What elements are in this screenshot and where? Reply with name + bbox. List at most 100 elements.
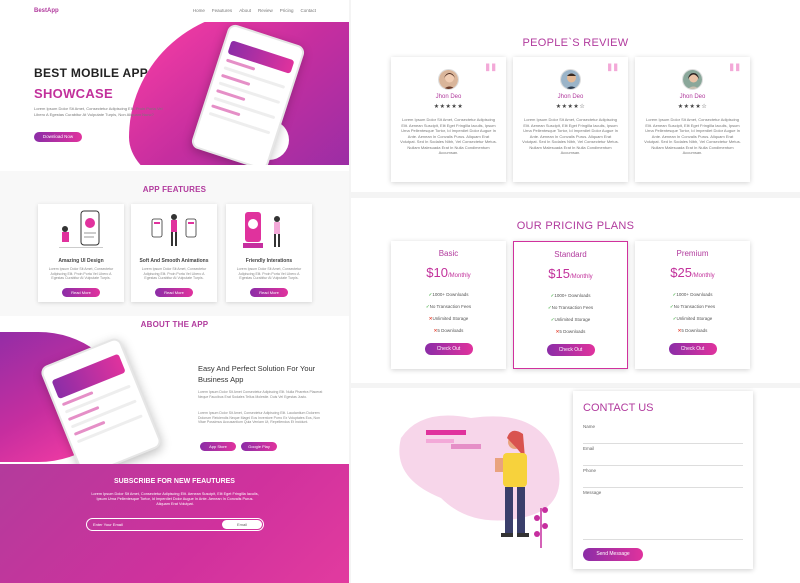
feature-card: Amazing UI Design Lorem Ipsum Dolor Sit … bbox=[38, 204, 124, 302]
review-card: " Jhon Deo ★★★★☆ Lorem Ipsum Dolor Sit A… bbox=[635, 57, 750, 182]
contact-title: CONTACT US bbox=[583, 402, 654, 414]
reviews-section: PEOPLE`S REVIEW " Jhon Deo ★★★★★ Lorem I… bbox=[351, 0, 800, 192]
message-field[interactable]: Message bbox=[583, 490, 743, 540]
app-store-button[interactable]: App Store bbox=[200, 442, 236, 451]
feature-card: Friendly Interations Lorem Ipsum Dolor S… bbox=[226, 204, 312, 302]
nav-menu: Home Feautures About Review Pricing Cont… bbox=[193, 8, 316, 13]
subscribe-form: Enter Your Email Email bbox=[86, 518, 264, 531]
plan-feature: ✕5 Downloads bbox=[391, 325, 506, 337]
avatar bbox=[560, 69, 581, 90]
feature-text: Unlimited Storage bbox=[676, 316, 713, 321]
nav-review[interactable]: Review bbox=[258, 8, 273, 13]
about-section: ABOUT THE APP Easy And Perfect Solution … bbox=[0, 318, 349, 464]
download-button[interactable]: Download Now bbox=[34, 132, 82, 142]
subscribe-title: SUBSCRIBE FOR NEW FEAUTURES bbox=[114, 478, 235, 485]
feature-desc: Lorem Ipsum Dolor Sit Amet, Consectetur … bbox=[48, 267, 114, 280]
feature-text: 5 Downloads bbox=[559, 329, 586, 334]
avatar bbox=[682, 69, 703, 90]
rating-stars: ★★★★☆ bbox=[677, 104, 708, 110]
pricing-section: OUR PRICING PLANS Basic $10/Monthly ✓100… bbox=[351, 198, 800, 383]
plan-features: ✓1000+ Downloads ✓No Transaction Fees ✕U… bbox=[391, 289, 506, 337]
nav-about[interactable]: About bbox=[239, 8, 251, 13]
nav-features[interactable]: Feautures bbox=[212, 8, 232, 13]
feature-desc: Lorem Ipsum Dolor Sit Amet, Consectetur … bbox=[141, 267, 207, 280]
price-amount: $15 bbox=[548, 266, 570, 281]
review-text: Lorem Ipsum Dolor Sit Amet, Consectetur … bbox=[400, 117, 497, 155]
plan-name: Standard bbox=[554, 250, 587, 259]
nav-contact[interactable]: Contact bbox=[300, 8, 316, 13]
subscribe-button[interactable]: Email bbox=[222, 520, 262, 529]
plan-price: $15/Monthly bbox=[514, 266, 627, 281]
review-card: " Jhon Deo ★★★★☆ Lorem Ipsum Dolor Sit A… bbox=[513, 57, 628, 182]
review-text: Lorem Ipsum Dolor Sit Amet, Consectetur … bbox=[644, 117, 741, 155]
feature-text: 1000+ Downloads bbox=[676, 292, 713, 297]
reviewer-name: Jhon Deo bbox=[557, 94, 584, 100]
quote-icon: " bbox=[605, 58, 620, 91]
check-out-button[interactable]: Check Out bbox=[424, 343, 473, 355]
check-out-button[interactable]: Check Out bbox=[668, 343, 717, 355]
contact-form: CONTACT US Name Email Phone Message Send… bbox=[573, 391, 753, 569]
feature-text: 1000+ Downloads bbox=[432, 292, 469, 297]
feature-text: Unlimited Storage bbox=[432, 316, 469, 321]
feature-text: No Transaction Fees bbox=[429, 304, 472, 309]
price-amount: $25 bbox=[670, 265, 692, 280]
plan-feature: ✕5 Downloads bbox=[514, 326, 627, 338]
subscribe-text: Lorem Ipsum Dolor Sit Amet, Consectetur … bbox=[91, 492, 259, 506]
plan-feature: ✓Unlimited Storage bbox=[514, 314, 627, 326]
features-section: APP FEATURES Amazing UI Design Lorem Ips… bbox=[0, 171, 349, 316]
plan-feature: ✓No Transaction Fees bbox=[635, 301, 750, 313]
phone-field[interactable]: Phone bbox=[583, 468, 743, 488]
reviewer-name: Jhon Deo bbox=[435, 94, 462, 100]
plan-feature: ✓1000+ Downloads bbox=[391, 289, 506, 301]
rating-stars: ★★★★☆ bbox=[555, 104, 586, 110]
plan-card-standard: Standard $15/Monthly ✓1000+ Downloads ✓N… bbox=[513, 241, 628, 369]
rating-stars: ★★★★★ bbox=[433, 104, 464, 110]
ui-design-illustration bbox=[51, 209, 111, 254]
about-title: ABOUT THE APP bbox=[140, 320, 209, 329]
logo[interactable]: BestApp bbox=[34, 8, 59, 14]
contact-section: CONTACT US Name Email Phone Message Send… bbox=[351, 388, 800, 583]
send-message-button[interactable]: Send Message bbox=[583, 548, 643, 561]
features-title: APP FEATURES bbox=[142, 185, 207, 194]
email-field[interactable]: Email bbox=[583, 446, 743, 466]
review-text: Lorem Ipsum Dolor Sit Amet, Consectetur … bbox=[522, 117, 619, 155]
about-paragraph: Lorem Ipsum Dolor Sit Amet Consectetur A… bbox=[198, 390, 323, 399]
feature-text: Unlimited Storage bbox=[554, 317, 591, 322]
plan-feature: ✕Unlimited Storage bbox=[391, 313, 506, 325]
quote-icon: " bbox=[727, 58, 742, 91]
read-more-button[interactable]: Read More bbox=[155, 287, 193, 297]
google-play-button[interactable]: Google Play bbox=[241, 442, 277, 451]
plan-feature: ✓No Transaction Fees bbox=[391, 301, 506, 313]
email-input[interactable]: Enter Your Email bbox=[93, 522, 213, 527]
plan-feature: ✓1000+ Downloads bbox=[635, 289, 750, 301]
quote-icon: " bbox=[483, 58, 498, 91]
feature-name: Soft And Smooth Animations bbox=[139, 258, 209, 264]
phone-header-bar bbox=[227, 40, 295, 74]
read-more-button[interactable]: Read More bbox=[250, 287, 288, 297]
landing-page-right: PEOPLE`S REVIEW " Jhon Deo ★★★★★ Lorem I… bbox=[351, 0, 800, 583]
plan-feature: ✓No Transaction Fees bbox=[514, 302, 627, 314]
plan-price: $10/Monthly bbox=[391, 265, 506, 280]
plan-feature: ✓1000+ Downloads bbox=[514, 290, 627, 302]
feature-text: 5 Downloads bbox=[681, 328, 708, 333]
feature-card: Soft And Smooth Animations Lorem Ipsum D… bbox=[131, 204, 217, 302]
reviewer-name: Jhon Deo bbox=[679, 94, 706, 100]
plan-name: Premium bbox=[676, 249, 709, 258]
plan-card-basic: Basic $10/Monthly ✓1000+ Downloads ✓No T… bbox=[391, 241, 506, 369]
about-paragraph: Lorem Ipsum Dolor Sit Amet, Consectetur … bbox=[198, 411, 320, 425]
read-more-button[interactable]: Read More bbox=[62, 287, 100, 297]
plan-features: ✓1000+ Downloads ✓No Transaction Fees ✓U… bbox=[635, 289, 750, 337]
nav-home[interactable]: Home bbox=[193, 8, 205, 13]
plan-features: ✓1000+ Downloads ✓No Transaction Fees ✓U… bbox=[514, 290, 627, 338]
top-nav: BestApp Home Feautures About Review Pric… bbox=[0, 0, 349, 22]
subscribe-section: SUBSCRIBE FOR NEW FEAUTURES Lorem Ipsum … bbox=[0, 464, 349, 583]
price-period: /Monthly bbox=[448, 273, 471, 279]
check-out-button[interactable]: Check Out bbox=[546, 344, 595, 356]
landing-page-left: BEST MOBILE APP SHOWCASE Lorem Ipsum Dol… bbox=[0, 0, 349, 583]
hero-text: Lorem Ipsum Dolor Sit Amet, Consectetur … bbox=[34, 106, 163, 117]
feature-text: No Transaction Fees bbox=[673, 304, 716, 309]
hero-title: BEST MOBILE APP bbox=[34, 66, 149, 80]
interactions-illustration bbox=[239, 209, 299, 254]
nav-pricing[interactable]: Pricing bbox=[280, 8, 294, 13]
name-field[interactable]: Name bbox=[583, 424, 743, 444]
